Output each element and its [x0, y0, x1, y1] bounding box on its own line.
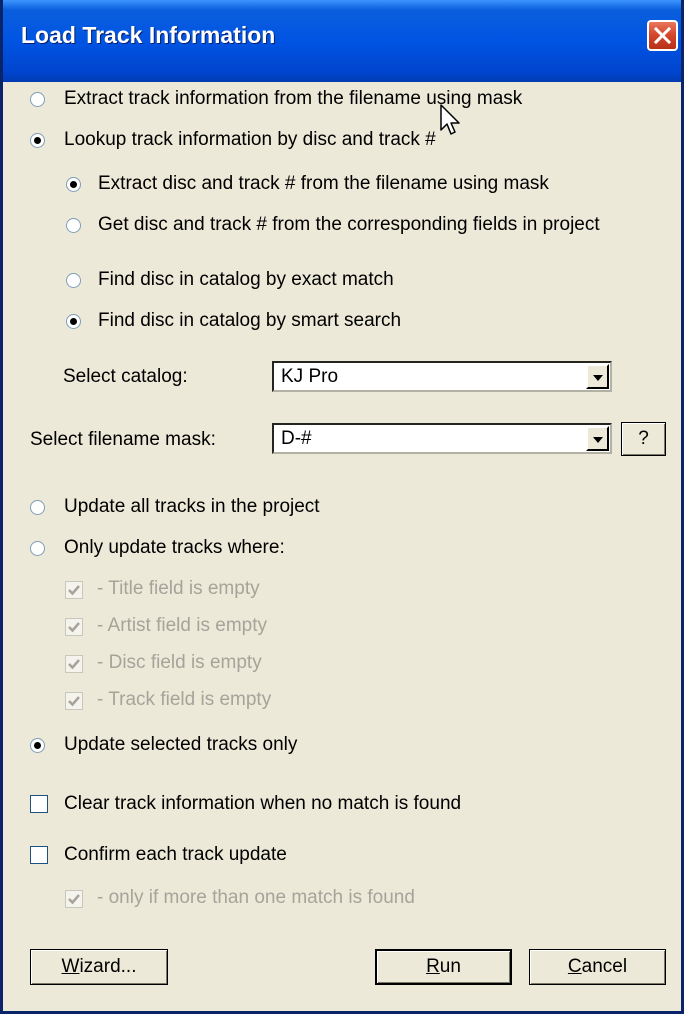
wizard-label: izard... [79, 956, 137, 977]
chevron-down-icon[interactable] [586, 426, 609, 451]
run-mnemonic: R [426, 956, 440, 977]
confirm-update-checkbox[interactable] [30, 846, 48, 864]
get-from-fields-label[interactable]: Get disc and track # from the correspond… [98, 214, 600, 236]
run-button[interactable]: Run [375, 949, 512, 985]
only-multiple-match-checkbox[interactable] [65, 890, 83, 908]
update-selected-radio[interactable] [30, 738, 45, 753]
catalog-select[interactable]: KJ Pro [272, 361, 612, 392]
close-icon [653, 26, 672, 45]
mouse-cursor-icon [440, 104, 460, 135]
clear-info-label[interactable]: Clear track information when no match is… [64, 793, 461, 815]
update-all-radio[interactable] [30, 500, 45, 515]
check-icon [68, 894, 80, 905]
check-icon [68, 585, 80, 596]
smart-search-label[interactable]: Find disc in catalog by smart search [98, 310, 401, 332]
confirm-update-label[interactable]: Confirm each track update [64, 844, 287, 866]
check-icon [68, 622, 80, 633]
load-track-information-dialog: Load Track Information Extract track inf… [0, 0, 684, 1014]
track-empty-checkbox[interactable] [65, 692, 83, 710]
cancel-mnemonic: C [567, 956, 582, 977]
catalog-select-value: KJ Pro [281, 366, 339, 387]
clear-info-checkbox[interactable] [30, 795, 48, 813]
check-icon [68, 696, 80, 707]
filename-mask-value: D-# [281, 428, 312, 449]
extract-disc-track-label[interactable]: Extract disc and track # from the filena… [98, 173, 549, 195]
wizard-mnemonic: W [61, 956, 80, 977]
select-catalog-label: Select catalog: [63, 366, 188, 387]
extract-disc-track-radio[interactable] [66, 177, 81, 192]
chevron-down-icon[interactable] [586, 364, 609, 389]
smart-search-radio[interactable] [66, 314, 81, 329]
cancel-button[interactable]: Cancel [529, 949, 666, 985]
artist-empty-checkbox[interactable] [65, 618, 83, 636]
select-mask-label: Select filename mask: [30, 429, 216, 450]
only-update-where-radio[interactable] [30, 541, 45, 556]
mask-help-button[interactable]: ? [621, 422, 666, 456]
filename-mask-select[interactable]: D-# [272, 423, 612, 454]
update-selected-label[interactable]: Update selected tracks only [64, 734, 297, 756]
get-from-fields-radio[interactable] [66, 218, 81, 233]
title-empty-label: - Title field is empty [97, 578, 260, 599]
lookup-by-disc-track-radio[interactable] [30, 133, 45, 148]
extract-track-info-radio[interactable] [30, 92, 45, 107]
cancel-label: ancel [581, 956, 628, 977]
disc-empty-label: - Disc field is empty [97, 652, 262, 673]
update-all-label[interactable]: Update all tracks in the project [64, 496, 320, 518]
title-bar[interactable]: Load Track Information [3, 0, 681, 82]
exact-match-radio[interactable] [66, 273, 81, 288]
disc-empty-checkbox[interactable] [65, 655, 83, 673]
run-label: un [439, 956, 461, 977]
only-multiple-match-label: - only if more than one match is found [97, 887, 415, 908]
wizard-button[interactable]: Wizard... [30, 949, 168, 985]
artist-empty-label: - Artist field is empty [97, 615, 267, 636]
lookup-by-disc-track-label[interactable]: Lookup track information by disc and tra… [64, 129, 436, 151]
track-empty-label: - Track field is empty [97, 689, 272, 710]
window-title: Load Track Information [21, 22, 276, 48]
close-button[interactable] [647, 20, 678, 51]
check-icon [68, 659, 80, 670]
title-empty-checkbox[interactable] [65, 581, 83, 599]
exact-match-label[interactable]: Find disc in catalog by exact match [98, 269, 394, 291]
only-update-where-label[interactable]: Only update tracks where: [64, 537, 285, 559]
